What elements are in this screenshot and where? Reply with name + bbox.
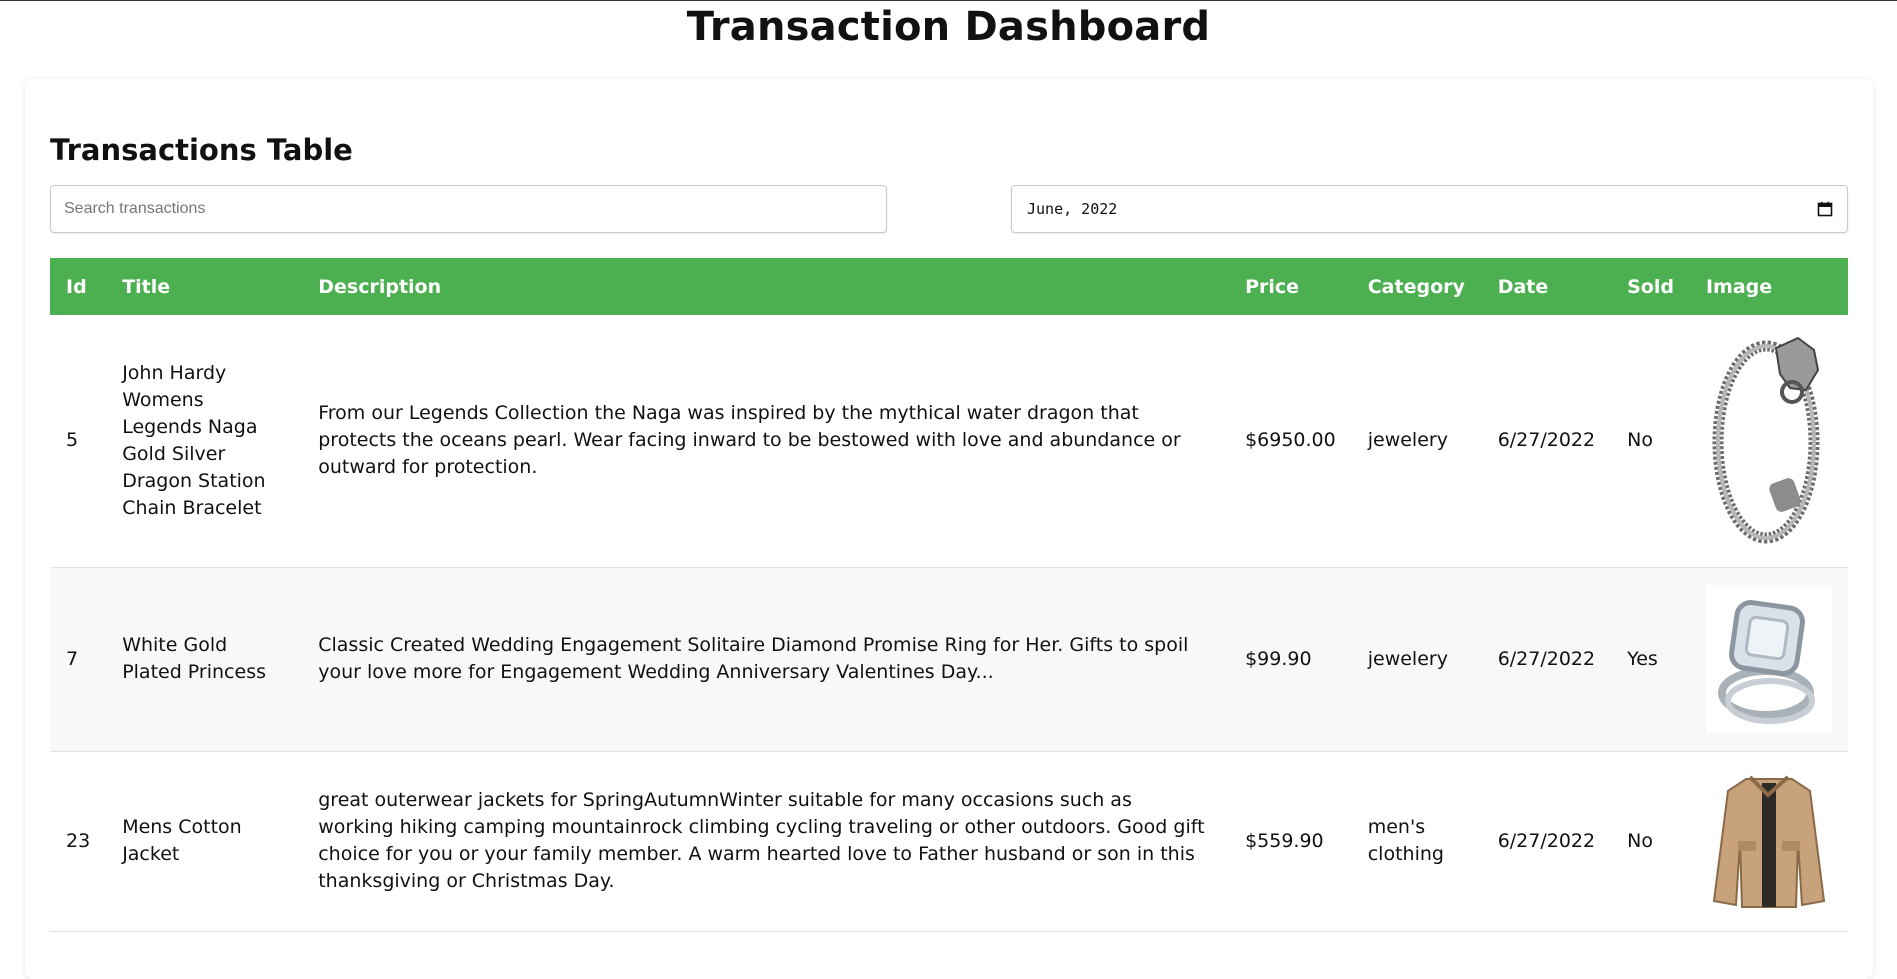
cell-id: 7 bbox=[66, 647, 79, 670]
cell-price: $99.90 bbox=[1245, 647, 1312, 670]
table-header: Id Title Description Price Category Date… bbox=[50, 258, 1848, 315]
column-header-title: Title bbox=[122, 275, 171, 298]
cell-date: 6/27/2022 bbox=[1497, 429, 1596, 452]
cell-date: 6/27/2022 bbox=[1497, 647, 1596, 670]
table-controls: June, 2022 bbox=[50, 185, 1848, 233]
cell-sold: No bbox=[1627, 429, 1653, 452]
cell-title: White Gold Plated Princess bbox=[122, 634, 266, 683]
month-picker[interactable]: June, 2022 bbox=[1011, 185, 1848, 233]
cell-category: men's clothing bbox=[1367, 816, 1444, 865]
cell-date: 6/27/2022 bbox=[1497, 829, 1596, 852]
table-row: 7 White Gold Plated Princess Classic Cre… bbox=[50, 567, 1848, 751]
cell-description: great outerwear jackets for SpringAutumn… bbox=[318, 789, 1205, 892]
transactions-table: Id Title Description Price Category Date… bbox=[50, 258, 1848, 932]
transactions-card: Transactions Table June, 2022 Id Title D… bbox=[25, 79, 1873, 979]
cell-image bbox=[1690, 315, 1848, 567]
cell-image bbox=[1690, 751, 1848, 931]
table-row: 23 Mens Cotton Jacket great outerwear ja… bbox=[50, 751, 1848, 931]
column-header-date: Date bbox=[1497, 275, 1549, 298]
cell-title: Mens Cotton Jacket bbox=[122, 816, 242, 865]
column-header-price: Price bbox=[1245, 275, 1300, 298]
table-body: 5 John Hardy Womens Legends Naga Gold Si… bbox=[50, 315, 1848, 931]
jacket-image bbox=[1712, 775, 1826, 908]
cell-category: jewelery bbox=[1367, 429, 1448, 452]
search-input[interactable] bbox=[50, 185, 887, 233]
table-header-row: Id Title Description Price Category Date… bbox=[50, 258, 1848, 315]
cell-id: 5 bbox=[66, 429, 79, 452]
month-picker-value: June, 2022 bbox=[1027, 200, 1118, 218]
column-header-category: Category bbox=[1367, 275, 1465, 298]
cell-price: $6950.00 bbox=[1245, 429, 1336, 452]
ring-image bbox=[1705, 585, 1832, 733]
cell-title: John Hardy Womens Legends Naga Gold Silv… bbox=[122, 361, 266, 519]
column-header-id: Id bbox=[66, 275, 87, 298]
column-header-description: Description bbox=[318, 275, 442, 298]
section-title: Transactions Table bbox=[50, 133, 353, 167]
table-row: 5 John Hardy Womens Legends Naga Gold Si… bbox=[50, 315, 1848, 567]
column-header-image: Image bbox=[1705, 275, 1773, 298]
cell-description: Classic Created Wedding Engagement Solit… bbox=[318, 634, 1189, 683]
bracelet-image bbox=[1712, 336, 1820, 544]
cell-sold: Yes bbox=[1627, 647, 1658, 670]
cell-sold: No bbox=[1627, 829, 1653, 852]
cell-description: From our Legends Collection the Naga was… bbox=[318, 402, 1181, 479]
column-header-sold: Sold bbox=[1627, 275, 1674, 298]
page-title: Transaction Dashboard bbox=[686, 4, 1211, 50]
cell-id: 23 bbox=[66, 829, 91, 852]
cell-category: jewelery bbox=[1367, 647, 1448, 670]
cell-price: $559.90 bbox=[1245, 829, 1324, 852]
calendar-icon[interactable] bbox=[1817, 201, 1833, 217]
cell-image bbox=[1690, 567, 1848, 751]
